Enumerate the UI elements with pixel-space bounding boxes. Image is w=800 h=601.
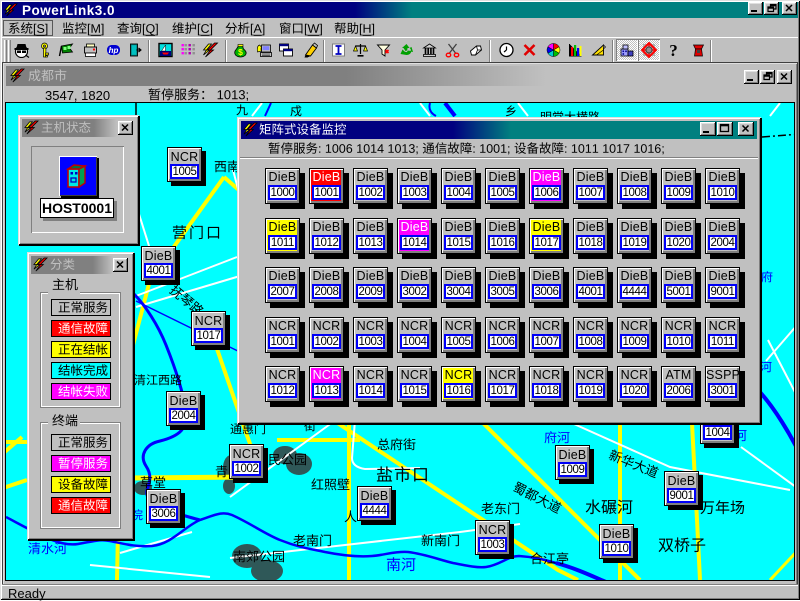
svg-text:hp: hp (109, 46, 119, 55)
svg-text:?: ? (669, 42, 678, 58)
svg-text:$: $ (238, 47, 243, 57)
